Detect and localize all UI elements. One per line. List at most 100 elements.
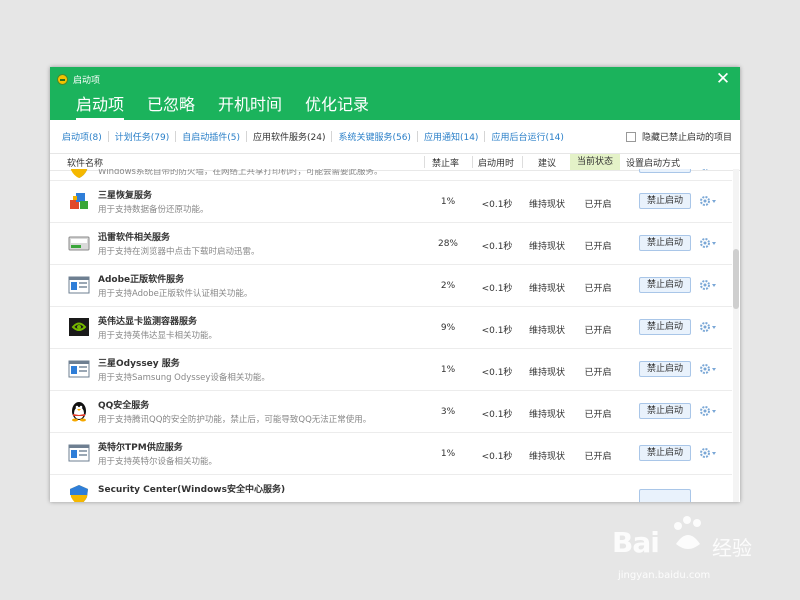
- service-rows: Windows系统自带的防火墙，在网络上共享打印机时，可能会需要此服务。禁止启动…: [50, 169, 732, 502]
- gear-icon[interactable]: [698, 404, 718, 418]
- disable-startup-button[interactable]: 禁止启动: [639, 403, 691, 419]
- service-description: 用于支持英伟达显卡相关功能。: [98, 331, 218, 341]
- column-software-name[interactable]: 软件名称: [67, 156, 103, 169]
- suggestion: 维持现状: [528, 452, 565, 462]
- gear-icon[interactable]: [698, 362, 718, 376]
- suggestion: 维持现状: [528, 284, 565, 294]
- disable-startup-button[interactable]: [639, 489, 691, 502]
- subtab-app-services[interactable]: 应用软件服务(24): [249, 130, 329, 143]
- tab-startup[interactable]: 启动项: [76, 91, 125, 120]
- suggestion: 维持现状: [528, 326, 565, 336]
- disable-rate: 9%: [440, 323, 456, 333]
- subtab-autostart-plugins[interactable]: 自启动插件(5): [178, 130, 244, 143]
- startup-manager-window: 启动项 ✕ 启动项 已忽略 开机时间 优化记录 启动项(8) 计划任务(79) …: [50, 67, 740, 502]
- subtab-scheduled-tasks[interactable]: 计划任务(79): [111, 130, 173, 143]
- service-description: Windows系统自带的防火墙，在网络上共享打印机时，可能会需要此服务。: [98, 169, 383, 177]
- table-row[interactable]: 英伟达显卡监测容器服务 用于支持英伟达显卡相关功能。 9% <0.1秒 维持现状 已开启 禁…: [50, 307, 732, 349]
- scrollbar[interactable]: [733, 169, 739, 502]
- current-status: 已开启: [584, 326, 612, 336]
- table-row[interactable]: 迅雷软件相关服务 用于支持在浏览器中点击下载时启动迅雷。 28% <0.1秒 维持现状 已…: [50, 223, 732, 265]
- current-status: 已开启: [584, 410, 612, 420]
- column-suggestion[interactable]: 建议: [538, 156, 556, 169]
- suggestion: 维持现状: [528, 368, 565, 378]
- service-name: Adobe正版软件服务: [98, 275, 185, 285]
- subtab-app-notifications[interactable]: 应用通知(14): [420, 130, 482, 143]
- gear-icon[interactable]: [698, 446, 718, 460]
- column-startup-setting[interactable]: 设置启动方式: [626, 156, 680, 169]
- window-icon: [68, 442, 90, 464]
- penguin-icon: [68, 400, 90, 422]
- hide-disabled-toggle[interactable]: 隐藏已禁止启动的项目: [625, 130, 732, 143]
- suggestion: 维持现状: [528, 242, 565, 252]
- subtab-divider: [331, 131, 333, 142]
- scroll-thumb[interactable]: [733, 249, 739, 309]
- column-divider: [424, 156, 425, 168]
- startup-time: <0.1秒: [481, 200, 513, 210]
- service-description: 用于支持数据备份还原功能。: [98, 205, 209, 215]
- watermark-brand: Bai: [612, 526, 660, 559]
- tab-boot-time[interactable]: 开机时间: [218, 91, 282, 120]
- shield-icon: [68, 169, 90, 179]
- service-name: Security Center(Windows安全中心服务): [98, 485, 286, 495]
- watermark-url: jingyan.baidu.com: [618, 570, 711, 581]
- main-tabs: 启动项 已忽略 开机时间 优化记录: [76, 91, 392, 120]
- table-row[interactable]: Security Center(Windows安全中心服务): [50, 475, 732, 502]
- suggestion: 维持现状: [528, 410, 565, 420]
- gear-icon[interactable]: [698, 169, 718, 172]
- gear-icon[interactable]: [698, 236, 718, 250]
- column-startup-time[interactable]: 启动用时: [478, 156, 514, 169]
- subtab-divider: [175, 131, 177, 142]
- startup-time: <0.1秒: [481, 410, 513, 420]
- startup-time: <0.1秒: [481, 452, 513, 462]
- subtab-divider: [416, 131, 418, 142]
- hide-disabled-checkbox[interactable]: [625, 131, 636, 142]
- tab-ignored[interactable]: 已忽略: [147, 91, 195, 120]
- disable-startup-button[interactable]: 禁止启动: [639, 361, 691, 377]
- current-status: 已开启: [584, 242, 612, 252]
- subtab-bar: 启动项(8) 计划任务(79) 自启动插件(5) 应用软件服务(24) 系统关键…: [50, 120, 740, 154]
- table-row[interactable]: Adobe正版软件服务 用于支持Adobe正版软件认证相关功能。 2% <0.1秒 维持…: [50, 265, 732, 307]
- subtab-startup-items[interactable]: 启动项(8): [58, 130, 106, 143]
- disable-rate: 1%: [440, 449, 456, 459]
- disable-startup-button[interactable]: 禁止启动: [639, 445, 691, 461]
- table-row[interactable]: 三星Odyssey 服务 用于支持Samsung Odyssey设备相关功能。 1%…: [50, 349, 732, 391]
- current-status: 已开启: [584, 452, 612, 462]
- window-title: 启动项: [73, 75, 101, 86]
- gear-icon[interactable]: [698, 320, 718, 334]
- table-row[interactable]: 英特尔TPM供应服务用于支持英特尔设备相关功能。 1% <0.1秒 维持现状 已开启 禁止…: [50, 433, 732, 475]
- service-description: 用于支持英特尔设备相关功能。: [98, 457, 218, 467]
- gear-icon[interactable]: [698, 194, 718, 208]
- disable-startup-button[interactable]: 禁止启动: [639, 235, 691, 251]
- disable-startup-button[interactable]: 禁止启动: [639, 319, 691, 335]
- table-row[interactable]: Windows系统自带的防火墙，在网络上共享打印机时，可能会需要此服务。 禁止启动: [50, 169, 732, 181]
- device-icon: [68, 232, 90, 254]
- subtab-divider: [107, 131, 109, 142]
- disable-rate: 2%: [440, 281, 456, 291]
- table-row[interactable]: QQ安全服务 用于支持腾讯QQ的安全防护功能，禁止后，可能导致QQ无法正常使用。 3…: [50, 391, 732, 433]
- blocks-icon: [68, 190, 90, 212]
- subtab-divider: [245, 131, 247, 142]
- disable-startup-button[interactable]: 禁止启动: [639, 193, 691, 209]
- table-row[interactable]: 三星恢复服务 用于支持数据备份还原功能。 1% <0.1秒 维持现状 已开启 禁止启动: [50, 181, 732, 223]
- disable-rate: 28%: [437, 239, 458, 249]
- disable-rate: 1%: [440, 365, 456, 375]
- subtab-background-apps[interactable]: 应用后台运行(14): [487, 130, 567, 143]
- current-status: 已开启: [584, 368, 612, 378]
- column-current-status[interactable]: 当前状态: [570, 154, 620, 170]
- column-divider: [472, 156, 473, 168]
- service-name: 三星恢复服务: [98, 191, 153, 201]
- close-button[interactable]: ✕: [714, 70, 732, 88]
- subtab-system-services[interactable]: 系统关键服务(56): [334, 130, 414, 143]
- gear-icon[interactable]: [698, 278, 718, 292]
- disable-startup-button[interactable]: 禁止启动: [639, 169, 691, 173]
- disable-rate: 1%: [440, 197, 456, 207]
- column-disable-rate[interactable]: 禁止率: [432, 156, 459, 169]
- tab-optimize-log[interactable]: 优化记录: [305, 91, 369, 120]
- disable-startup-button[interactable]: 禁止启动: [639, 277, 691, 293]
- startup-time: <0.1秒: [481, 326, 513, 336]
- shield-icon: [68, 484, 90, 502]
- disable-rate: 3%: [440, 407, 456, 417]
- window-icon: [68, 274, 90, 296]
- current-status: 已开启: [584, 200, 612, 210]
- service-name: 英特尔TPM供应服务: [98, 443, 183, 453]
